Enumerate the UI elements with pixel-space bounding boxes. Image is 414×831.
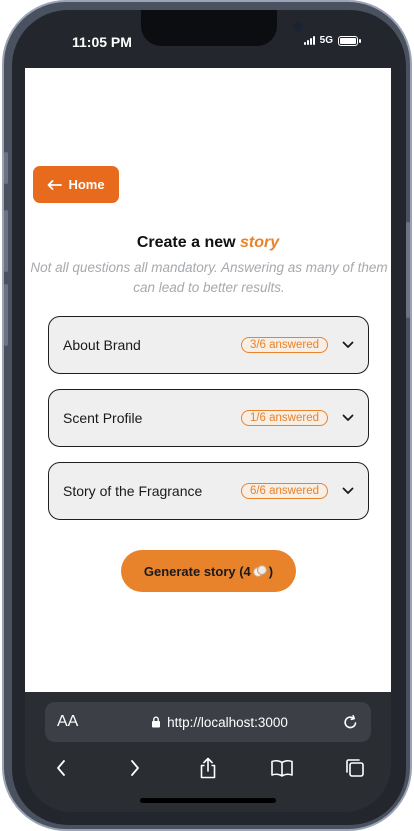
- notch: [141, 10, 303, 46]
- address-bar[interactable]: AA http://localhost:3000: [45, 702, 371, 742]
- bookmarks-button[interactable]: [268, 754, 296, 782]
- mute-switch: [4, 152, 8, 184]
- home-button-label: Home: [68, 177, 105, 192]
- reload-icon[interactable]: [342, 714, 359, 731]
- lock-icon: [152, 716, 161, 728]
- accordion-label: About Brand: [63, 337, 141, 353]
- generate-story-button[interactable]: Generate story (4 ): [121, 550, 296, 592]
- accordion-about-brand[interactable]: About Brand 3/6 answered: [48, 316, 369, 374]
- share-icon: [200, 757, 216, 779]
- chevron-down-icon: [342, 412, 354, 424]
- browser-chrome: AA http://localhost:3000: [25, 692, 391, 812]
- answered-badge: 6/6 answered: [240, 483, 328, 499]
- generate-label-suffix: ): [268, 563, 274, 579]
- app-screen: Home Create a new story Not all question…: [25, 68, 391, 692]
- title-accent: story: [240, 234, 280, 251]
- chevron-right-icon: [130, 760, 139, 776]
- status-indicators: 5G: [303, 35, 361, 46]
- power-button: [406, 222, 410, 318]
- url-display: http://localhost:3000: [97, 715, 342, 730]
- battery-icon: [338, 35, 361, 46]
- page-subtitle: Not all questions all mandatory. Answeri…: [30, 260, 388, 295]
- page-title: Create a new story: [25, 234, 391, 252]
- volume-down-button: [4, 284, 8, 346]
- generate-label-prefix: Generate story (4: [143, 563, 251, 579]
- text-size-button[interactable]: AA: [57, 713, 97, 731]
- title-prefix: Create a new: [136, 234, 236, 251]
- book-icon: [270, 760, 293, 777]
- coins-icon: [252, 564, 267, 578]
- answered-badge: 3/6 answered: [240, 337, 328, 353]
- status-time: 11:05 PM: [72, 34, 132, 50]
- tabs-icon: [346, 759, 364, 777]
- accordion-label: Story of the Fragrance: [63, 483, 203, 499]
- url-text: http://localhost:3000: [167, 714, 288, 730]
- chevron-down-icon: [342, 485, 354, 497]
- accordion-story-of-the-fragrance[interactable]: Story of the Fragrance 6/6 answered: [48, 462, 369, 520]
- arrow-left-icon: [48, 179, 63, 190]
- tabs-button[interactable]: [341, 754, 369, 782]
- accordion-label: Scent Profile: [63, 410, 143, 426]
- home-button[interactable]: Home: [33, 166, 119, 203]
- forward-button[interactable]: [121, 754, 149, 782]
- browser-toolbar: [25, 752, 391, 784]
- share-button[interactable]: [194, 754, 222, 782]
- accordion-scent-profile[interactable]: Scent Profile 1/6 answered: [48, 389, 369, 447]
- camera-icon: [293, 22, 303, 32]
- chevron-left-icon: [57, 760, 65, 776]
- back-button[interactable]: [47, 754, 75, 782]
- network-label: 5G: [319, 35, 333, 46]
- home-indicator: [140, 798, 276, 803]
- answered-badge: 1/6 answered: [240, 410, 328, 426]
- signal-icon: [303, 36, 315, 45]
- chevron-down-icon: [342, 339, 354, 351]
- volume-up-button: [4, 210, 8, 272]
